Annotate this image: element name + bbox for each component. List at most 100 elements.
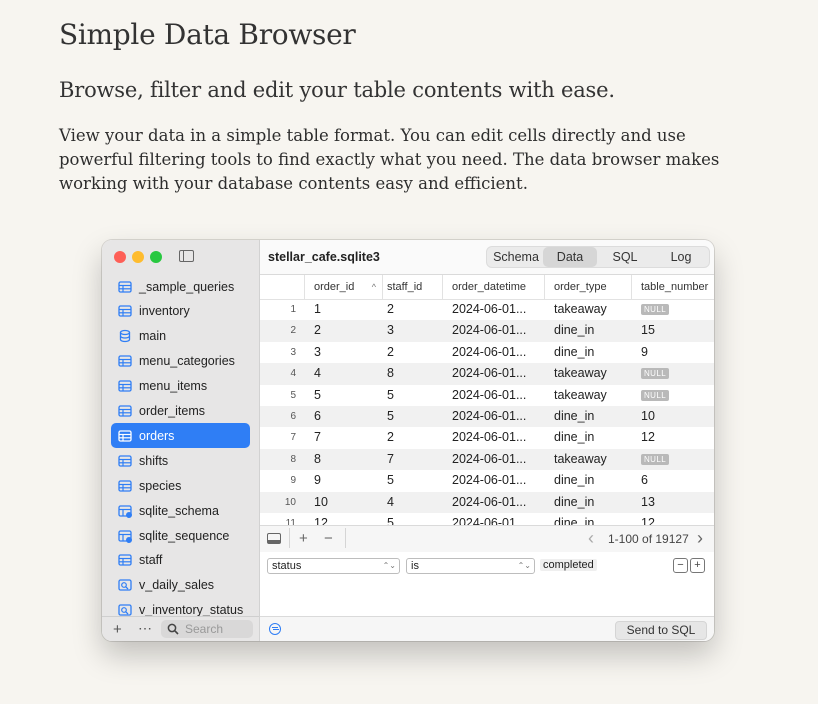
sidebar-item-menu-items[interactable]: menu_items bbox=[111, 374, 250, 399]
table-row[interactable]: 8 8 7 2024-06-01... takeaway NULL bbox=[260, 448, 714, 471]
table-cell[interactable]: 5 bbox=[387, 470, 394, 491]
table-row[interactable]: 10 10 4 2024-06-01... dine_in 13 bbox=[260, 491, 714, 513]
table-cell[interactable]: 2024-06-01... bbox=[452, 492, 526, 513]
next-page-button[interactable]: › bbox=[697, 528, 703, 549]
sidebar-item-species[interactable]: species bbox=[111, 473, 250, 498]
table-cell[interactable]: 2 bbox=[314, 320, 321, 341]
table-cell[interactable]: 2024-06-01... bbox=[452, 470, 526, 491]
filter-value-input[interactable]: completed bbox=[540, 559, 597, 571]
column-header-table-number[interactable]: table_number bbox=[632, 275, 714, 299]
sidebar-item-v-inventory-status[interactable]: v_inventory_status bbox=[111, 598, 250, 616]
table-cell[interactable]: 3 bbox=[314, 342, 321, 363]
tab-log[interactable]: Log bbox=[653, 247, 709, 267]
table-cell[interactable]: NULL bbox=[641, 299, 670, 320]
table-cell[interactable]: 2 bbox=[387, 342, 394, 363]
table-cell[interactable]: 6 bbox=[314, 406, 321, 427]
sidebar-item-orders[interactable]: orders bbox=[111, 423, 250, 449]
tab-data[interactable]: Data bbox=[543, 247, 597, 267]
sidebar-item-shifts[interactable]: shifts bbox=[111, 448, 250, 473]
table-cell[interactable]: 15 bbox=[641, 320, 655, 341]
table-cell[interactable]: 2 bbox=[387, 299, 394, 320]
table-cell[interactable]: dine_in bbox=[554, 470, 594, 491]
table-cell[interactable]: 2024-06-01... bbox=[452, 513, 526, 525]
table-cell[interactable]: 4 bbox=[314, 363, 321, 384]
sidebar-item-sample-queries[interactable]: _sample_queries bbox=[111, 274, 250, 299]
filter-icon[interactable] bbox=[269, 623, 281, 635]
sidebar-item-inventory[interactable]: inventory bbox=[111, 299, 250, 324]
table-cell[interactable]: 2024-06-01... bbox=[452, 449, 526, 470]
table-cell[interactable]: 12 bbox=[641, 427, 655, 448]
sidebar-item-v-daily-sales[interactable]: v_daily_sales bbox=[111, 573, 250, 598]
add-table-button[interactable]: + bbox=[113, 621, 122, 638]
table-row[interactable]: 4 4 8 2024-06-01... takeaway NULL bbox=[260, 363, 714, 385]
table-cell[interactable]: NULL bbox=[641, 363, 670, 384]
table-row[interactable]: 11 12 5 2024-06-01... dine_in 12 bbox=[260, 513, 714, 525]
add-row-button[interactable]: + bbox=[299, 530, 308, 547]
filter-operator-select[interactable]: is ⌃⌄ bbox=[406, 558, 535, 574]
table-cell[interactable]: 2024-06-01... bbox=[452, 385, 526, 406]
table-row[interactable]: 1 1 2 2024-06-01... takeaway NULL bbox=[260, 299, 714, 320]
column-header-order-id[interactable]: order_id ^ bbox=[305, 275, 383, 299]
sidebar-item-sqlite-sequence[interactable]: sqlite_sequence bbox=[111, 523, 250, 548]
table-cell[interactable]: 9 bbox=[314, 470, 321, 491]
filter-column-select[interactable]: status ⌃⌄ bbox=[267, 558, 400, 574]
table-cell[interactable]: 2024-06-01... bbox=[452, 427, 526, 448]
table-cell[interactable]: 8 bbox=[387, 363, 394, 384]
table-cell[interactable]: 5 bbox=[387, 513, 394, 525]
table-row[interactable]: 9 9 5 2024-06-01... dine_in 6 bbox=[260, 470, 714, 491]
table-row[interactable]: 3 3 2 2024-06-01... dine_in 9 bbox=[260, 342, 714, 363]
table-cell[interactable]: dine_in bbox=[554, 513, 594, 525]
sidebar-toggle-icon[interactable] bbox=[179, 250, 194, 262]
column-header-order-type[interactable]: order_type bbox=[545, 275, 632, 299]
zoom-window-button[interactable] bbox=[150, 251, 162, 263]
minimize-window-button[interactable] bbox=[132, 251, 144, 263]
table-cell[interactable]: 10 bbox=[641, 406, 655, 427]
table-cell[interactable]: dine_in bbox=[554, 320, 594, 341]
table-cell[interactable]: 6 bbox=[641, 470, 648, 491]
table-cell[interactable]: 12 bbox=[314, 513, 328, 525]
table-row[interactable]: 7 7 2 2024-06-01... dine_in 12 bbox=[260, 427, 714, 448]
close-window-button[interactable] bbox=[114, 251, 126, 263]
more-options-button[interactable]: ⋯ bbox=[138, 620, 152, 637]
sidebar-item-staff[interactable]: staff bbox=[111, 548, 250, 573]
delete-row-button[interactable]: − bbox=[324, 530, 333, 547]
table-cell[interactable]: 9 bbox=[641, 342, 648, 363]
table-cell[interactable]: 8 bbox=[314, 449, 321, 470]
table-cell[interactable]: 12 bbox=[641, 513, 655, 525]
table-cell[interactable]: NULL bbox=[641, 449, 670, 470]
toggle-panel-icon[interactable] bbox=[267, 533, 281, 544]
tab-schema[interactable]: Schema bbox=[487, 247, 545, 267]
remove-filter-button[interactable]: − bbox=[673, 558, 688, 573]
table-cell[interactable]: 2024-06-01... bbox=[452, 299, 526, 320]
sidebar-item-order-items[interactable]: order_items bbox=[111, 399, 250, 424]
table-cell[interactable]: dine_in bbox=[554, 492, 594, 513]
sidebar-item-main[interactable]: main bbox=[111, 324, 250, 349]
sidebar-item-sqlite-schema[interactable]: sqlite_schema bbox=[111, 498, 250, 523]
table-cell[interactable]: 10 bbox=[314, 492, 328, 513]
table-cell[interactable]: 3 bbox=[387, 320, 394, 341]
table-cell[interactable]: 2024-06-01... bbox=[452, 320, 526, 341]
column-header-staff-id[interactable]: staff_id bbox=[378, 275, 443, 299]
column-header-order-datetime[interactable]: order_datetime bbox=[443, 275, 545, 299]
table-cell[interactable]: takeaway bbox=[554, 449, 607, 470]
table-cell[interactable]: takeaway bbox=[554, 363, 607, 384]
sidebar-search-input[interactable]: Search bbox=[161, 620, 253, 638]
table-cell[interactable]: dine_in bbox=[554, 427, 594, 448]
table-cell[interactable]: 5 bbox=[314, 385, 321, 406]
table-row[interactable]: 5 5 5 2024-06-01... takeaway NULL bbox=[260, 385, 714, 406]
sidebar-item-menu-categories[interactable]: menu_categories bbox=[111, 349, 250, 374]
send-to-sql-button[interactable]: Send to SQL bbox=[615, 621, 707, 640]
table-cell[interactable]: dine_in bbox=[554, 342, 594, 363]
table-cell[interactable]: 5 bbox=[387, 406, 394, 427]
add-filter-button[interactable]: + bbox=[690, 558, 705, 573]
table-cell[interactable]: 4 bbox=[387, 492, 394, 513]
table-cell[interactable]: 7 bbox=[314, 427, 321, 448]
table-cell[interactable]: dine_in bbox=[554, 406, 594, 427]
previous-page-button[interactable]: ‹ bbox=[588, 528, 594, 549]
table-cell[interactable]: 2 bbox=[387, 427, 394, 448]
table-cell[interactable]: 7 bbox=[387, 449, 394, 470]
table-cell[interactable]: 13 bbox=[641, 492, 655, 513]
table-cell[interactable]: takeaway bbox=[554, 385, 607, 406]
table-cell[interactable]: takeaway bbox=[554, 299, 607, 320]
table-cell[interactable]: 2024-06-01... bbox=[452, 406, 526, 427]
